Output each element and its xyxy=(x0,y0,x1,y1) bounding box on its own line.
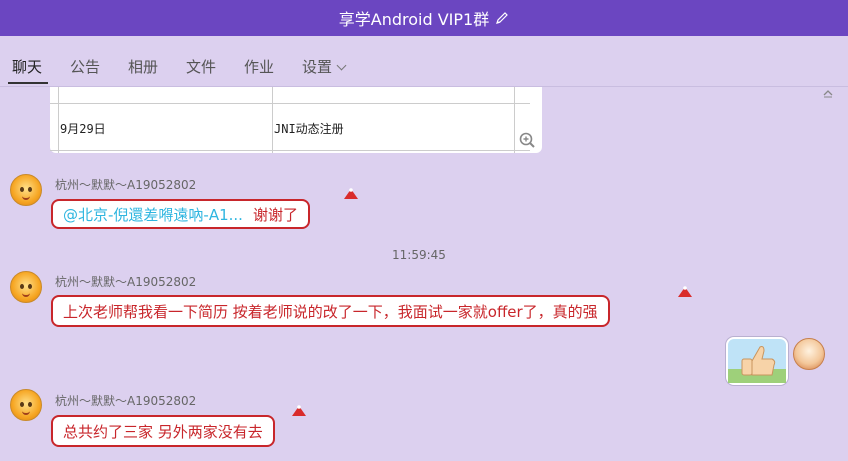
chat-area[interactable]: 9月29日 JNI动态注册 杭州～默默～A19052802 @北京-倪還差嘚遠吶… xyxy=(0,87,848,461)
santa-hat-icon xyxy=(678,286,692,297)
sender-name[interactable]: 杭州～默默～A19052802 xyxy=(55,392,196,409)
sender-name[interactable]: 杭州～默默～A19052802 xyxy=(55,273,196,290)
tab-album[interactable]: 相册 xyxy=(128,56,158,77)
santa-hat-icon xyxy=(292,405,306,416)
tab-announcement[interactable]: 公告 xyxy=(70,56,100,77)
avatar[interactable] xyxy=(10,389,42,421)
mention-link[interactable]: @北京-倪還差嘚遠吶-A1... xyxy=(63,204,243,225)
group-title: 享学Android VIP1群 xyxy=(338,10,490,29)
title-bar: 享学Android VIP1群 xyxy=(0,0,848,36)
message-text: 总共约了三家 另外两家没有去 xyxy=(63,422,263,441)
thumbs-up-icon xyxy=(728,346,786,383)
document-preview[interactable]: 9月29日 JNI动态注册 xyxy=(50,87,542,153)
message-bubble[interactable]: @北京-倪還差嘚遠吶-A1... 谢谢了 xyxy=(51,199,310,229)
edit-icon[interactable] xyxy=(495,11,509,25)
zoom-in-icon[interactable] xyxy=(518,131,536,149)
message-text: 谢谢了 xyxy=(252,205,298,224)
tab-settings-label: 设置 xyxy=(302,58,333,76)
active-tab-indicator xyxy=(8,82,48,84)
santa-hat-icon xyxy=(344,188,358,199)
message-bubble[interactable]: 总共约了三家 另外两家没有去 xyxy=(51,415,275,447)
tab-chat[interactable]: 聊天 xyxy=(12,56,42,77)
avatar[interactable] xyxy=(10,271,42,303)
table-cell-date: 9月29日 xyxy=(60,122,106,136)
collapse-icon[interactable] xyxy=(822,87,834,99)
sender-name[interactable]: 杭州～默默～A19052802 xyxy=(55,176,196,193)
tab-homework[interactable]: 作业 xyxy=(244,56,274,77)
tab-files[interactable]: 文件 xyxy=(186,56,216,77)
thumbs-up-sticker[interactable] xyxy=(726,337,788,385)
message-timestamp: 11:59:45 xyxy=(392,248,446,262)
tab-settings[interactable]: 设置 xyxy=(302,56,347,77)
avatar[interactable] xyxy=(10,174,42,206)
table-cell-topic: JNI动态注册 xyxy=(274,122,344,136)
self-avatar[interactable] xyxy=(793,338,825,370)
chevron-down-icon xyxy=(336,60,347,71)
message-bubble[interactable]: 上次老师帮我看一下简历 按着老师说的改了一下，我面试一家就offer了，真的强 xyxy=(51,295,610,327)
message-text: 上次老师帮我看一下简历 按着老师说的改了一下，我面试一家就offer了，真的强 xyxy=(63,302,598,321)
tab-bar: 聊天 公告 相册 文件 作业 设置 xyxy=(0,36,848,87)
